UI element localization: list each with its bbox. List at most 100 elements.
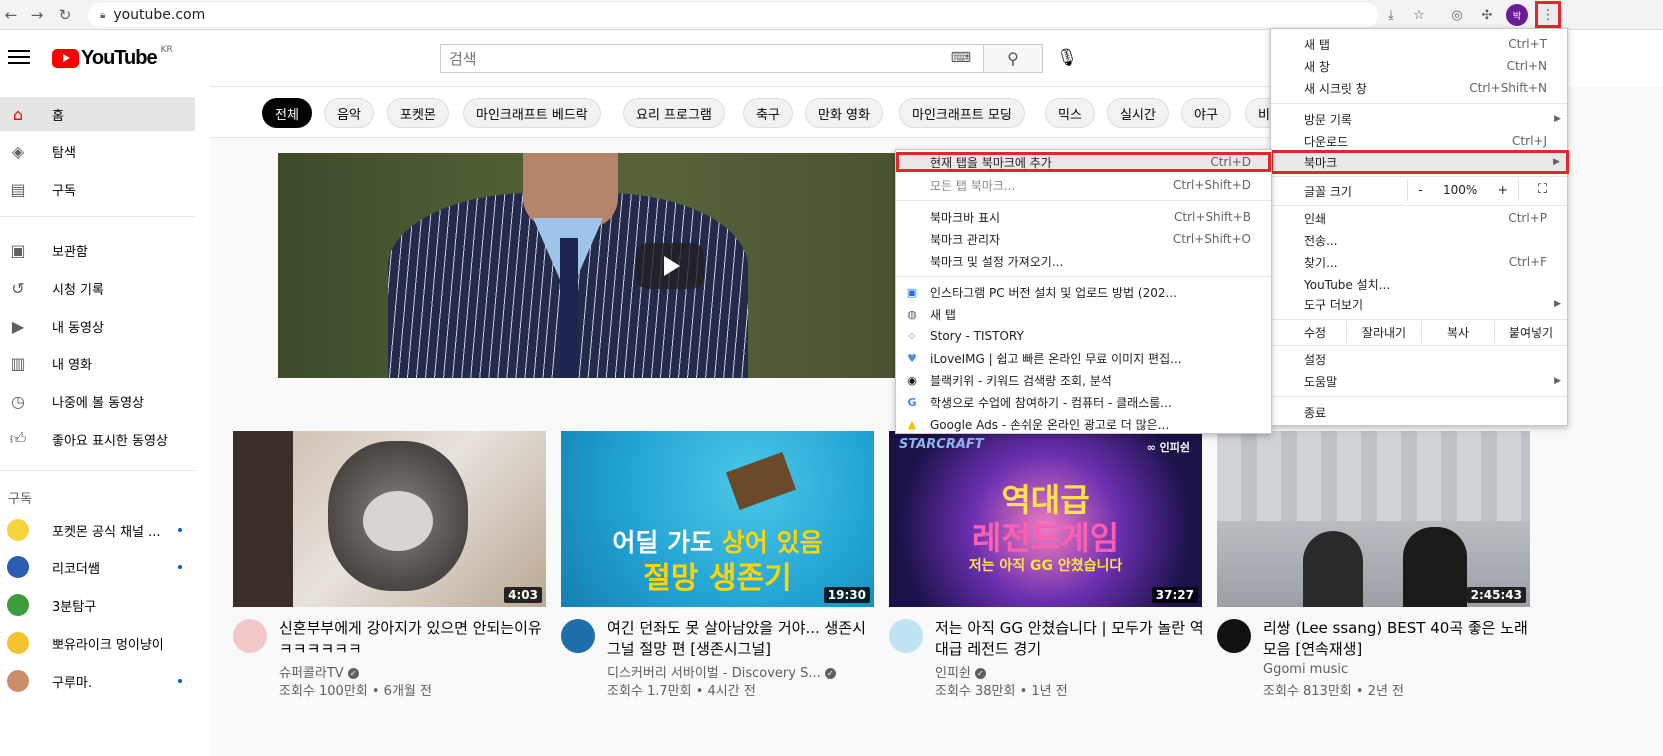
bookmark-manager[interactable]: 북마크 관리자 Ctrl+Shift+O bbox=[896, 228, 1271, 250]
chip[interactable]: 만화 영화 bbox=[805, 98, 883, 128]
search-input[interactable] bbox=[449, 49, 929, 68]
profile-avatar[interactable]: 박 bbox=[1506, 4, 1528, 26]
zoom-in-button[interactable]: + bbox=[1498, 183, 1508, 197]
chip[interactable]: 요리 프로그램 bbox=[623, 98, 725, 128]
zoom-out-button[interactable]: - bbox=[1418, 183, 1422, 197]
menu-item-bookmarks[interactable]: 북마크 ▶ bbox=[1270, 150, 1569, 174]
menu-item-settings[interactable]: 설정 bbox=[1271, 348, 1567, 370]
hamburger-menu-icon[interactable] bbox=[8, 46, 30, 68]
microphone-icon[interactable]: 🎙︎ bbox=[1055, 46, 1079, 70]
subscription-item[interactable]: 3분탐구 bbox=[0, 588, 195, 622]
channel-avatar[interactable] bbox=[561, 619, 595, 653]
bookmark-item[interactable]: ▣ 인스타그램 PC 버전 설치 및 업로드 방법 (202... bbox=[896, 281, 1271, 303]
address-bar[interactable]: 🔒︎ youtube.com bbox=[88, 3, 1378, 27]
video-thumbnail[interactable]: 어딜 가도 상어 있음 절망 생존기 19:30 bbox=[561, 431, 874, 607]
sidebar-item-my-movies[interactable]: ▥ 내 영화 bbox=[0, 346, 195, 380]
channel-avatar[interactable] bbox=[233, 619, 267, 653]
chip[interactable]: 믹스 bbox=[1045, 98, 1095, 128]
video-thumbnail[interactable]: STARCRAFT ∞ 인피쉰 역대급 레전드게임 저는 아직 GG 안쳤습니다… bbox=[889, 431, 1202, 607]
chip[interactable]: 마인크래프트 모딩 bbox=[899, 98, 1025, 128]
bookmark-item[interactable]: G 학생으로 수업에 참여하기 - 컴퓨터 - 클래스룸... bbox=[896, 391, 1271, 413]
menu-label: 도구 더보기 bbox=[1304, 297, 1364, 312]
cut-button[interactable]: 잘라내기 bbox=[1346, 321, 1421, 343]
new-content-dot bbox=[178, 565, 182, 569]
subscription-item[interactable]: 뽀유라이크 멍이냥이 bbox=[0, 626, 195, 660]
fullscreen-icon[interactable]: ⛶ bbox=[1538, 182, 1547, 197]
channel-avatar[interactable] bbox=[1217, 619, 1251, 653]
bookmark-add-current-tab[interactable]: 현재 탭을 북마크에 추가 Ctrl+D bbox=[896, 152, 1271, 172]
search-button[interactable]: ⚲ bbox=[983, 44, 1043, 73]
sidebar-item-explore[interactable]: ◈ 탐색 bbox=[0, 134, 195, 168]
menu-item-new-tab[interactable]: 새 탭 Ctrl+T bbox=[1271, 33, 1567, 55]
bookmark-star-icon[interactable]: ☆ bbox=[1408, 4, 1430, 26]
forward-arrow-icon[interactable]: → bbox=[26, 4, 48, 26]
bookmark-item[interactable]: ♥ iLoveIMG | 쉽고 빠른 온라인 무료 이미지 편집... bbox=[896, 347, 1271, 369]
bookmark-import[interactable]: 북마크 및 설정 가져오기... bbox=[896, 250, 1271, 272]
sidebar-item-watch-later[interactable]: ◷ 나중에 볼 동영상 bbox=[0, 384, 195, 418]
bookmarks-submenu: 현재 탭을 북마크에 추가 Ctrl+D 모든 탭 북마크... Ctrl+Sh… bbox=[895, 149, 1272, 434]
menu-item-more-tools[interactable]: 도구 더보기 ▶ bbox=[1271, 293, 1567, 315]
featured-video-banner[interactable] bbox=[278, 153, 898, 378]
menu-item-find[interactable]: 찾기... Ctrl+F bbox=[1271, 251, 1567, 273]
chip[interactable]: 마인크래프트 베드락 bbox=[463, 98, 601, 128]
sidebar-item-history[interactable]: ↺ 시청 기록 bbox=[0, 271, 195, 305]
paste-button[interactable]: 붙여넣기 bbox=[1494, 321, 1567, 343]
chip[interactable]: 비 bbox=[1245, 98, 1270, 128]
menu-item-cast[interactable]: 전송... bbox=[1271, 229, 1567, 251]
menu-label: 인쇄 bbox=[1304, 211, 1327, 226]
extension-circle-icon[interactable]: ◎ bbox=[1446, 4, 1468, 26]
back-arrow-icon[interactable]: ← bbox=[0, 4, 22, 26]
menu-item-print[interactable]: 인쇄 Ctrl+P bbox=[1271, 207, 1567, 229]
chip[interactable]: 야구 bbox=[1181, 98, 1231, 128]
bookmark-item[interactable]: ◍ 새 탭 bbox=[896, 303, 1271, 325]
menu-item-new-window[interactable]: 새 창 Ctrl+N bbox=[1271, 55, 1567, 77]
video-title[interactable]: 여긴 던좌도 못 살아남았을 거야... 생존시그널 절망 편 [생존시그널] bbox=[607, 618, 877, 660]
menu-item-help[interactable]: 도움말 ▶ bbox=[1271, 370, 1567, 392]
menu-label: 방문 기록 bbox=[1304, 112, 1352, 127]
chip[interactable]: 포켓몬 bbox=[387, 98, 449, 128]
bookmark-all-tabs[interactable]: 모든 탭 북마크... Ctrl+Shift+D bbox=[896, 174, 1271, 196]
subscription-item[interactable]: 구루마. bbox=[0, 664, 195, 698]
channel-name[interactable]: 디스커버리 서바이벌 - Discovery S... ✓ bbox=[607, 662, 836, 681]
reload-icon[interactable]: ↻ bbox=[54, 4, 76, 26]
my-videos-icon: ▶ bbox=[11, 316, 25, 336]
youtube-logo[interactable]: YouTube KR bbox=[52, 45, 173, 70]
bookmark-item[interactable]: ⁘ Story - TISTORY bbox=[896, 325, 1271, 347]
sidebar-item-home[interactable]: ⌂ 홈 bbox=[0, 97, 195, 131]
channel-name[interactable]: 인피쉰 ✓ bbox=[935, 662, 986, 681]
copy-button[interactable]: 복사 bbox=[1421, 321, 1494, 343]
chip[interactable]: 실시간 bbox=[1107, 98, 1169, 128]
subscriptions-heading: 구독 bbox=[8, 492, 32, 507]
channel-name[interactable]: 슈퍼콜라TV ✓ bbox=[279, 662, 359, 681]
video-thumbnail[interactable]: 2:45:43 bbox=[1217, 431, 1530, 607]
menu-item-install-youtube[interactable]: YouTube 설치... bbox=[1271, 273, 1567, 295]
menu-separator bbox=[1271, 345, 1567, 346]
sidebar-item-subscriptions[interactable]: ▤ 구독 bbox=[0, 172, 195, 206]
chip[interactable]: 축구 bbox=[743, 98, 793, 128]
sidebar-item-library[interactable]: ▣ 보관함 bbox=[0, 233, 195, 267]
channel-name[interactable]: Ggomi music bbox=[1263, 662, 1348, 677]
sidebar-item-liked[interactable]: 👍︎ 좋아요 표시한 동영상 bbox=[0, 422, 195, 456]
play-button-icon[interactable] bbox=[636, 243, 704, 289]
chip[interactable]: 음악 bbox=[324, 98, 374, 128]
video-title[interactable]: 저는 아직 GG 안쳤습니다 | 모두가 놀란 역대급 레전드 경기 bbox=[935, 618, 1205, 660]
bookmark-item[interactable]: ▲ Google Ads - 손쉬운 온라인 광고로 더 많은... bbox=[896, 413, 1271, 435]
sidebar-item-my-videos[interactable]: ▶ 내 동영상 bbox=[0, 309, 195, 343]
menu-item-incognito[interactable]: 새 시크릿 창 Ctrl+Shift+N bbox=[1271, 77, 1567, 99]
subscription-item[interactable]: 리코더쌤 bbox=[0, 550, 195, 584]
video-title[interactable]: 리쌍 (Lee ssang) BEST 40곡 좋은 노래모음 [연속재생] bbox=[1263, 618, 1533, 660]
keyboard-icon[interactable]: ⌨ bbox=[951, 50, 971, 66]
subscription-item[interactable]: 포켓몬 공식 채널 ... bbox=[0, 513, 195, 547]
chip-all[interactable]: 전체 bbox=[262, 98, 312, 128]
video-title[interactable]: 신혼부부에게 강아지가 있으면 안되는이유ㅋㅋㅋㅋㅋㅋ bbox=[279, 618, 549, 660]
bookmark-show-bar[interactable]: 북마크바 표시 Ctrl+Shift+B bbox=[896, 206, 1271, 228]
video-thumbnail[interactable]: 4:03 bbox=[233, 431, 546, 607]
extensions-puzzle-icon[interactable]: ✣ bbox=[1476, 4, 1498, 26]
menu-item-history[interactable]: 방문 기록 ▶ bbox=[1271, 108, 1567, 130]
menu-item-downloads[interactable]: 다운로드 Ctrl+J bbox=[1271, 130, 1567, 152]
bookmark-item[interactable]: ◉ 블랙키위 - 키워드 검색량 조회, 분석 bbox=[896, 369, 1271, 391]
menu-item-exit[interactable]: 종료 bbox=[1271, 401, 1567, 423]
chrome-menu-button[interactable]: ⋮ bbox=[1535, 1, 1561, 28]
channel-avatar[interactable] bbox=[889, 619, 923, 653]
install-app-icon[interactable]: ⤓ bbox=[1380, 4, 1402, 26]
